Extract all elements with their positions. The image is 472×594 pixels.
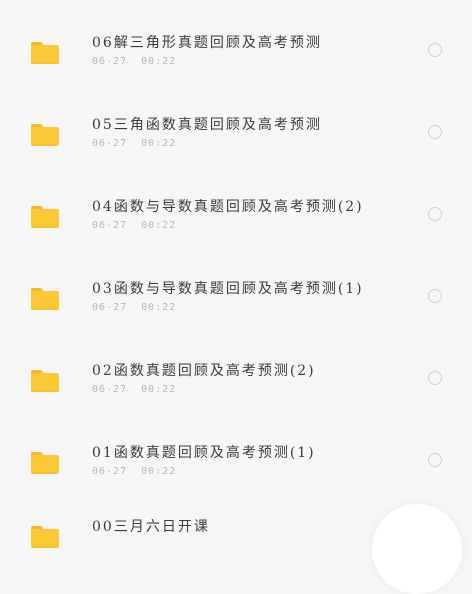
- file-modified: 06-27 00:22: [92, 466, 176, 477]
- select-radio[interactable]: [428, 125, 442, 139]
- file-modified: 06-27 00:22: [92, 384, 176, 395]
- file-name: 04函数与导数真题回顾及高考预测(2): [92, 199, 364, 215]
- file-time: 00:22: [141, 466, 177, 477]
- file-name: 02函数真题回顾及高考预测(2): [92, 363, 316, 379]
- folder-icon: [31, 452, 59, 474]
- file-item[interactable]: 03函数与导数真题回顾及高考预测(1) 06-27 00:22: [0, 281, 472, 364]
- file-name: 06解三角形真题回顾及高考预测: [92, 35, 322, 51]
- file-item[interactable]: 02函数真题回顾及高考预测(2) 06-27 00:22: [0, 363, 472, 446]
- file-name: 03函数与导数真题回顾及高考预测(1): [92, 281, 364, 297]
- file-name: 05三角函数真题回顾及高考预测: [92, 117, 322, 133]
- select-radio[interactable]: [428, 371, 442, 385]
- file-date: 06-27: [92, 56, 128, 67]
- folder-icon: [31, 42, 59, 64]
- file-date: 06-27: [92, 302, 128, 313]
- folder-icon: [31, 206, 59, 228]
- file-modified: 06-27 00:22: [92, 220, 176, 231]
- file-time: 00:22: [141, 138, 177, 149]
- file-date: 06-27: [92, 138, 128, 149]
- file-item[interactable]: 05三角函数真题回顾及高考预测 06-27 00:22: [0, 117, 472, 200]
- folder-icon: [31, 288, 59, 310]
- file-time: 00:22: [141, 384, 177, 395]
- file-date: 06-27: [92, 220, 128, 231]
- floating-action-button[interactable]: [372, 504, 462, 594]
- select-radio[interactable]: [428, 453, 442, 467]
- file-name: 01函数真题回顾及高考预测(1): [92, 445, 316, 461]
- file-item[interactable]: 06解三角形真题回顾及高考预测 06-27 00:22: [0, 35, 472, 118]
- folder-icon: [31, 370, 59, 392]
- file-item[interactable]: 04函数与导数真题回顾及高考预测(2) 06-27 00:22: [0, 199, 472, 282]
- file-modified: 06-27 00:22: [92, 302, 176, 313]
- folder-icon: [31, 124, 59, 146]
- select-radio[interactable]: [428, 207, 442, 221]
- file-time: 00:22: [141, 56, 177, 67]
- file-time: 00:22: [141, 302, 177, 313]
- file-modified: 06-27 00:22: [92, 56, 176, 67]
- file-date: 06-27: [92, 466, 128, 477]
- select-radio[interactable]: [428, 289, 442, 303]
- file-name: 00三月六日开课: [92, 519, 210, 535]
- file-list: 06解三角形真题回顾及高考预测 06-27 00:22 05三角函数真题回顾及高考…: [0, 0, 472, 548]
- select-radio[interactable]: [428, 43, 442, 57]
- folder-icon: [31, 526, 59, 548]
- file-time: 00:22: [141, 220, 177, 231]
- file-modified: 06-27 00:22: [92, 138, 176, 149]
- file-date: 06-27: [92, 384, 128, 395]
